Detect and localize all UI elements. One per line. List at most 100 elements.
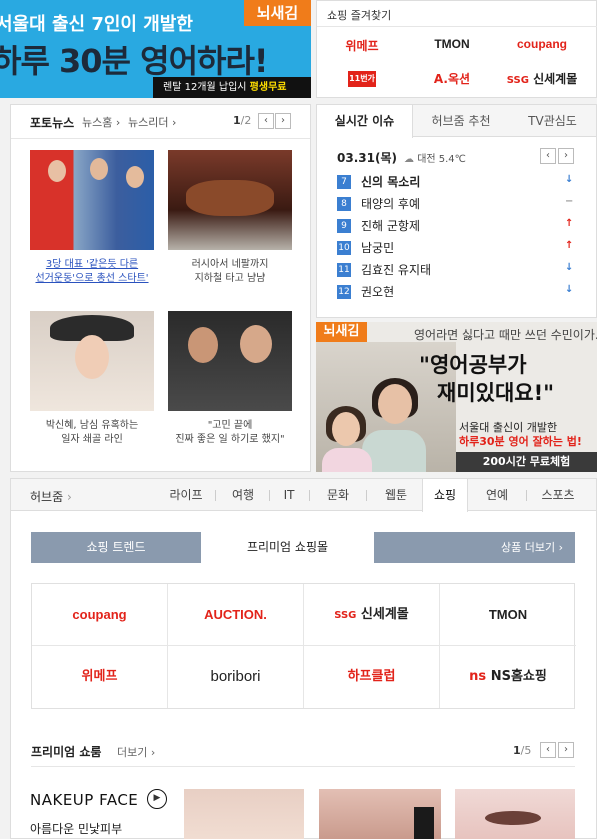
news-photo-2[interactable] xyxy=(168,150,292,250)
caption-line: 선거운동'으로 총선 스타트' xyxy=(35,273,149,284)
tab-tv-interest[interactable]: TV관심도 xyxy=(509,105,596,137)
tab-premium-mall[interactable]: 프리미엄 쇼핑몰 xyxy=(201,532,374,564)
hub-nav-webtoon[interactable]: 웹툰 xyxy=(371,479,421,511)
premium-more-link[interactable]: 더보기 › xyxy=(117,744,155,760)
issue-item[interactable]: 12 권오현 ↓ xyxy=(337,282,597,302)
fav-coupang[interactable]: coupang xyxy=(497,37,587,51)
premium-showroom-title: 프리미엄 쇼룸 xyxy=(31,745,102,759)
eye-shape xyxy=(485,811,541,825)
divider xyxy=(309,490,310,501)
product-image-2[interactable] xyxy=(319,789,441,839)
news-photo-4[interactable] xyxy=(168,311,292,411)
ad-quote: "영어공부가 재미있대요!" xyxy=(419,351,554,407)
premium-pager: 1/5 xyxy=(513,744,531,757)
fav-auction[interactable]: A.옥션 xyxy=(407,70,497,87)
news-caption-1[interactable]: 3당 대표 '같은듯 다른 선거운동'으로 총선 스타트' xyxy=(27,258,157,286)
issue-item[interactable]: 8 태양의 후예 − xyxy=(337,194,597,214)
fav-tmon[interactable]: TMON xyxy=(407,37,497,51)
issue-item[interactable]: 9 진해 군항제 ↑ xyxy=(337,216,597,236)
ad-cta-button[interactable]: 200시간 무료체험 xyxy=(456,452,597,472)
hub-nav-travel[interactable]: 여행 xyxy=(219,479,267,511)
issue-text: 김효진 유지태 xyxy=(361,263,432,277)
arrow-up-icon: ↑ xyxy=(565,240,574,251)
banner-logo: 뇌새김 xyxy=(244,0,311,26)
shop-halfclub[interactable]: 하프클럽 xyxy=(304,646,440,708)
shop-ns-homeshopping[interactable]: ns NS홈쇼핑 xyxy=(440,646,576,708)
issue-item[interactable]: 11 김효진 유지태 ↓ xyxy=(337,260,597,280)
issue-item[interactable]: 7 신의 목소리 ↓ xyxy=(337,172,597,192)
caption-line: 박신혜, 남심 유혹하는 xyxy=(45,420,139,431)
issue-prev-button[interactable]: ‹ xyxy=(540,148,556,164)
no-change-icon: − xyxy=(565,196,574,207)
tab-photo-news[interactable]: 포토뉴스 xyxy=(30,114,74,131)
issue-item[interactable]: 10 남궁민 ↑ xyxy=(337,238,597,258)
arrow-down-icon: ↓ xyxy=(565,262,574,273)
hub-title[interactable]: 허브줌 › xyxy=(30,488,72,505)
divider xyxy=(526,490,527,501)
top-banner-ad[interactable]: 서울대 출신 7인이 개발한 하루 30분 영어하라! 뇌새김 렌탈 12개월 … xyxy=(0,0,311,98)
ns-icon: ns xyxy=(469,669,487,684)
tab-news-reader[interactable]: 뉴스리더 › xyxy=(128,114,176,130)
11st-logo: 11번가 xyxy=(348,71,376,87)
tab-news-home[interactable]: 뉴스홈 › xyxy=(82,114,120,130)
issue-next-button[interactable]: › xyxy=(558,148,574,164)
shop-auction[interactable]: AUCTION. xyxy=(168,584,304,646)
side-banner-ad[interactable]: 뇌새김 영어라면 싫다고 때만 쓰던 수민이가.. "영어공부가 재미있대요!" … xyxy=(316,322,597,472)
favorites-title: 쇼핑 즐겨찾기 xyxy=(327,9,392,22)
banner-strip: 렌탈 12개월 납입시 평생무료 xyxy=(153,77,311,98)
ssg-label: 신세계몰 xyxy=(533,72,578,86)
premium-next-button[interactable]: › xyxy=(558,742,574,758)
hub-nav-entertainment[interactable]: 연예 xyxy=(471,479,523,511)
tab-realtime-issue[interactable]: 실시간 이슈 xyxy=(317,105,413,138)
ssg-icon: SSG xyxy=(506,75,529,86)
tab-hubzum-recommend[interactable]: 허브줌 추천 xyxy=(413,105,509,137)
banner-line1: 서울대 출신 7인이 개발한 xyxy=(0,14,193,35)
person-shape xyxy=(48,160,66,182)
premium-page-current: 1 xyxy=(513,744,521,757)
caption-line: 러시아서 네팔까지 xyxy=(191,259,269,270)
play-icon[interactable]: ▶ xyxy=(147,789,167,809)
issue-text: 남궁민 xyxy=(361,241,395,255)
face-shape xyxy=(188,327,218,363)
divider xyxy=(215,490,216,501)
hub-nav-culture[interactable]: 문화 xyxy=(314,479,362,511)
ssg-icon: SSG xyxy=(334,610,357,621)
shop-boribori[interactable]: boribori xyxy=(168,646,304,708)
news-next-button[interactable]: › xyxy=(275,113,291,129)
banner-headline: 하루 30분 영어하라! xyxy=(0,42,268,80)
ssg-label: 신세계몰 xyxy=(360,607,409,622)
hub-nav-sports[interactable]: 스포츠 xyxy=(530,479,586,511)
shop-coupang[interactable]: coupang xyxy=(32,584,168,646)
product-image-1[interactable] xyxy=(184,789,304,839)
premium-page-total: /5 xyxy=(520,744,532,757)
hub-nav-life[interactable]: 라이프 xyxy=(161,479,211,511)
premium-prev-button[interactable]: ‹ xyxy=(540,742,556,758)
more-products-link[interactable]: 상품 더보기 › xyxy=(501,532,563,563)
strip-highlight: 평생무료 xyxy=(249,82,287,93)
news-photo-3[interactable] xyxy=(30,311,154,411)
product-image-3[interactable] xyxy=(455,789,575,839)
tab-shopping-trend[interactable]: 쇼핑 트렌드 xyxy=(31,532,201,563)
divider xyxy=(317,26,597,27)
shop-wemakeprice[interactable]: 위메프 xyxy=(32,646,168,708)
ad-logo: 뇌새김 xyxy=(316,322,367,342)
issue-date: 03.31(목) xyxy=(337,151,397,165)
nakeup-face-logo[interactable]: NAKEUP FACE xyxy=(30,791,138,809)
weather-text: 대전 5.4℃ xyxy=(417,154,466,165)
shop-ssg[interactable]: SSG 신세계몰 xyxy=(304,584,440,646)
issue-text: 태양의 후예 xyxy=(361,197,421,211)
news-caption-4[interactable]: "고민 끝에 진짜 좋은 일 하기로 했지" xyxy=(165,419,295,447)
divider xyxy=(31,766,575,767)
news-photo-1[interactable] xyxy=(30,150,154,250)
hub-nav-it[interactable]: IT xyxy=(273,479,305,511)
shop-tmon[interactable]: TMON xyxy=(440,584,576,646)
fav-11st[interactable]: 11번가 xyxy=(317,70,407,87)
strip-text: 렌탈 12개월 납입시 xyxy=(163,82,247,93)
rank-number: 7 xyxy=(337,175,351,189)
news-caption-3[interactable]: 박신혜, 남심 유혹하는 일자 쇄골 라인 xyxy=(27,419,157,447)
hub-nav-shopping[interactable]: 쇼핑 xyxy=(422,479,468,512)
news-prev-button[interactable]: ‹ xyxy=(258,113,274,129)
news-caption-2[interactable]: 러시아서 네팔까지 지하철 타고 냠냠 xyxy=(165,258,295,286)
fav-wemakeprice[interactable]: 위메프 xyxy=(317,37,407,54)
fav-ssg[interactable]: SSG 신세계몰 xyxy=(497,70,587,87)
